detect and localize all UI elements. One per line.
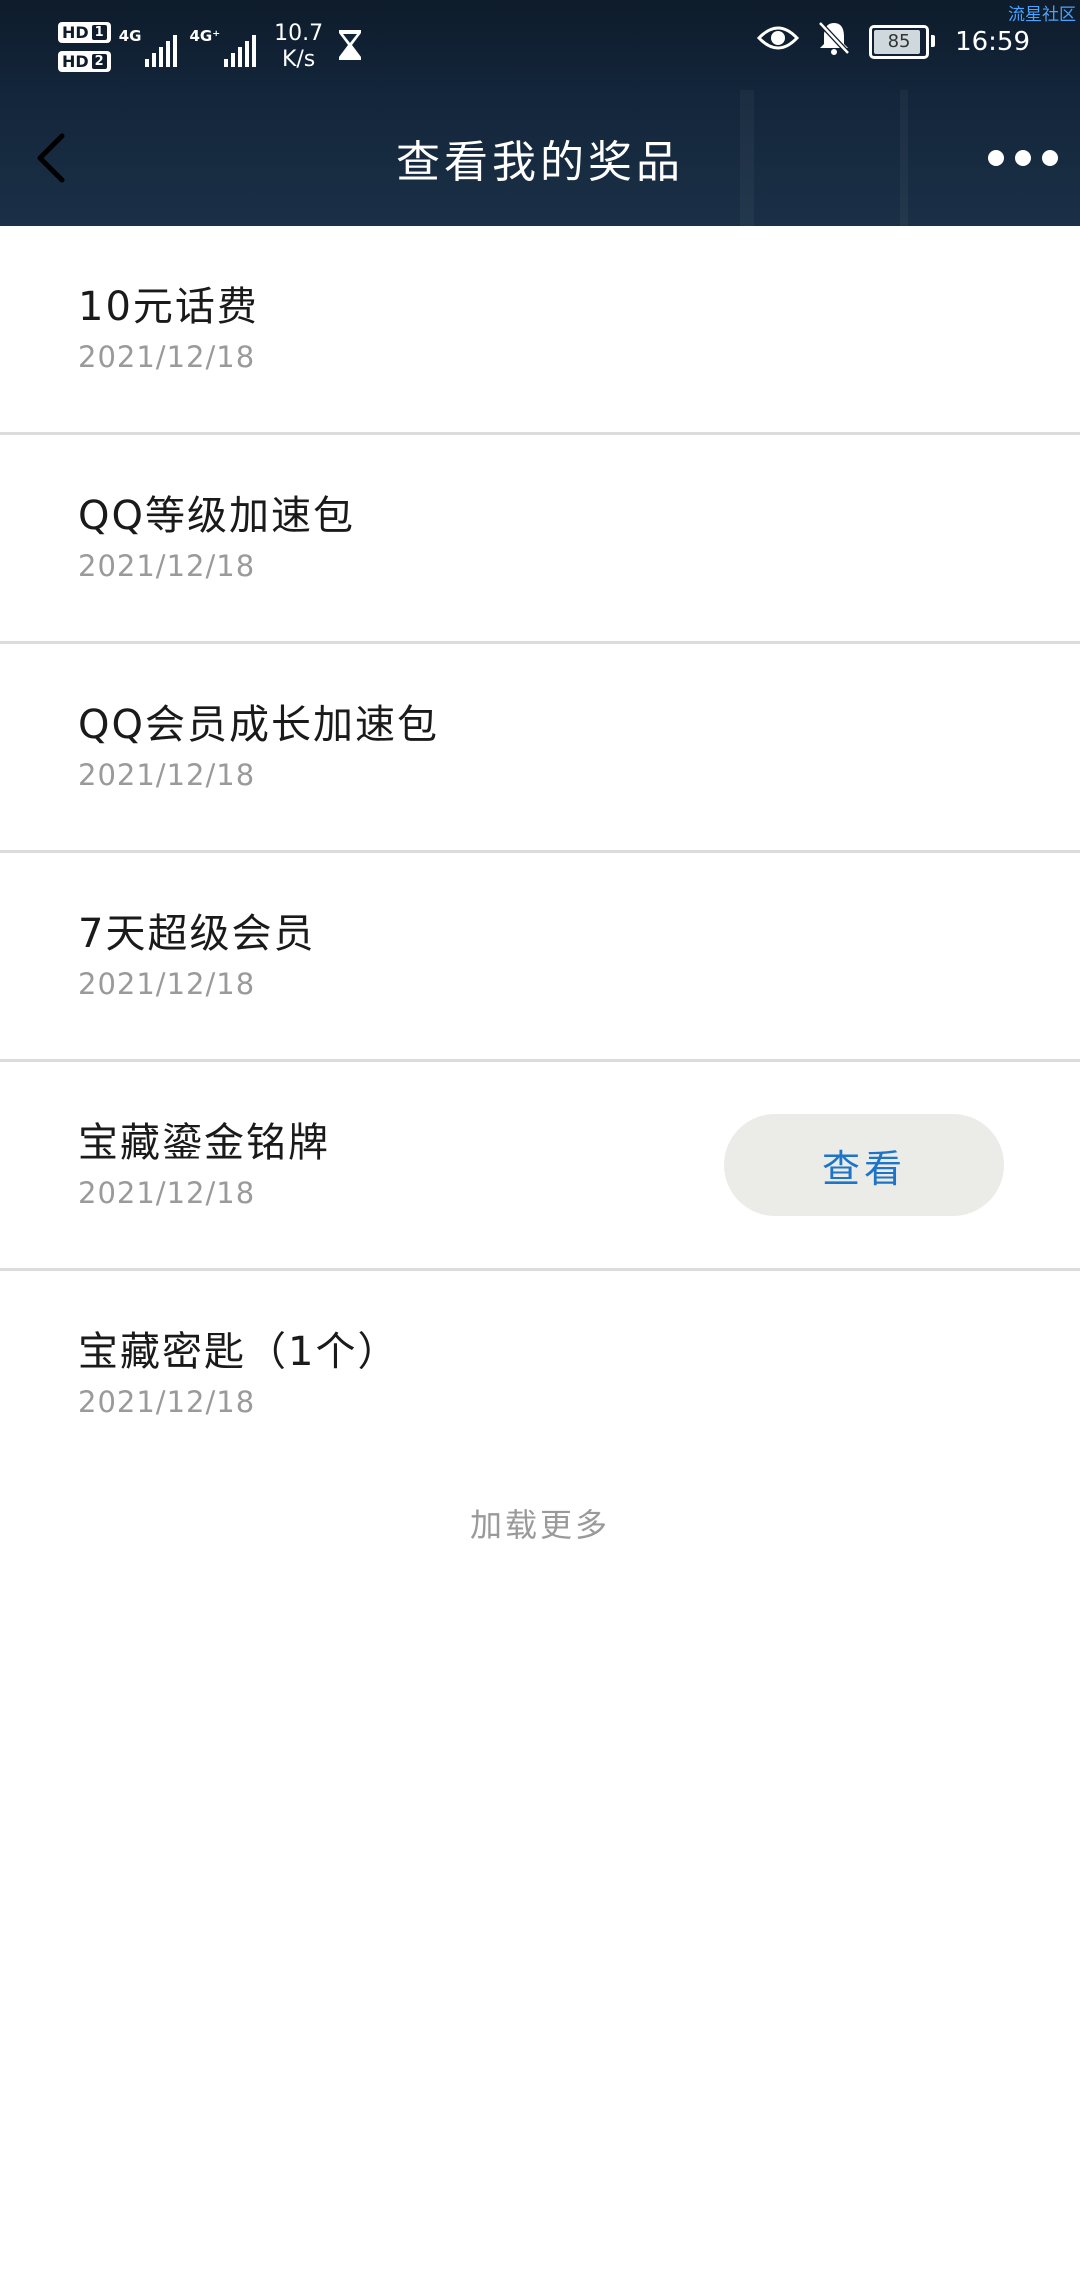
prize-name: 7天超级会员 bbox=[78, 911, 316, 957]
more-dots-icon bbox=[1042, 150, 1058, 166]
network-speed: 10.7 K/s bbox=[274, 21, 324, 72]
back-button[interactable] bbox=[22, 128, 82, 188]
more-dots-icon bbox=[1015, 150, 1031, 166]
view-prize-button[interactable]: 查看 bbox=[724, 1114, 1004, 1216]
header-bar: 流星社区 HD 1 HD 2 4G 4G⁺ 10.7 K/s 85 16:59 … bbox=[0, 0, 1080, 226]
prize-date: 2021/12/18 bbox=[78, 1385, 256, 1419]
bell-muted-icon bbox=[817, 20, 851, 63]
prize-date: 2021/12/18 bbox=[78, 549, 256, 583]
prize-date: 2021/12/18 bbox=[78, 758, 256, 792]
more-dots-icon bbox=[988, 150, 1004, 166]
nav-bar: 查看我的奖品 bbox=[0, 90, 1080, 226]
prize-list: 10元话费 2021/12/18 QQ等级加速包 2021/12/18 QQ会员… bbox=[0, 226, 1080, 1477]
prize-name: 宝藏密匙（1个） bbox=[78, 1329, 400, 1375]
clock: 16:59 bbox=[955, 26, 1030, 57]
sim2-badge: HD 2 bbox=[58, 51, 111, 72]
status-left: HD 1 HD 2 4G 4G⁺ 10.7 K/s bbox=[58, 12, 363, 82]
hourglass-icon bbox=[337, 28, 363, 66]
prize-item[interactable]: 10元话费 2021/12/18 bbox=[0, 226, 1080, 435]
page-title: 查看我的奖品 bbox=[396, 137, 684, 188]
signal-icon-sim2: 4G⁺ bbox=[189, 27, 257, 67]
prize-item[interactable]: 宝藏鎏金铭牌 2021/12/18 查看 bbox=[0, 1062, 1080, 1271]
prize-name: 10元话费 bbox=[78, 284, 259, 330]
status-bar: 流星社区 HD 1 HD 2 4G 4G⁺ 10.7 K/s 85 16:59 bbox=[0, 0, 1080, 90]
prize-item[interactable]: QQ会员成长加速包 2021/12/18 bbox=[0, 644, 1080, 853]
prize-name: 宝藏鎏金铭牌 bbox=[78, 1120, 330, 1166]
status-right: 85 16:59 bbox=[756, 20, 1030, 63]
battery-icon: 85 bbox=[869, 24, 936, 59]
prize-date: 2021/12/18 bbox=[78, 340, 256, 374]
sim-indicators: HD 1 HD 2 bbox=[58, 22, 111, 72]
prize-name: QQ会员成长加速包 bbox=[78, 702, 439, 748]
prize-item[interactable]: 宝藏密匙（1个） 2021/12/18 bbox=[0, 1271, 1080, 1477]
prize-name: QQ等级加速包 bbox=[78, 493, 355, 539]
load-more-link[interactable]: 加载更多 bbox=[0, 1500, 1080, 1546]
prize-date: 2021/12/18 bbox=[78, 1176, 256, 1210]
prize-date: 2021/12/18 bbox=[78, 967, 256, 1001]
sim1-badge: HD 1 bbox=[58, 22, 111, 43]
prize-item[interactable]: QQ等级加速包 2021/12/18 bbox=[0, 435, 1080, 644]
prize-item[interactable]: 7天超级会员 2021/12/18 bbox=[0, 853, 1080, 1062]
more-button[interactable] bbox=[988, 138, 1058, 178]
chevron-left-icon bbox=[37, 133, 65, 183]
signal-icon-sim1: 4G bbox=[119, 27, 178, 67]
eye-icon bbox=[756, 24, 800, 59]
